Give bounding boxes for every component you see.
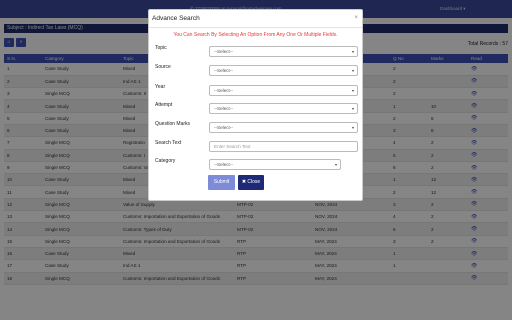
- year-label: Year: [155, 84, 166, 90]
- category-label: Category: [155, 158, 176, 164]
- chevron-down-icon: ▾: [351, 125, 354, 130]
- source-select[interactable]: --Select-- ▾: [209, 65, 358, 76]
- chevron-down-icon: ▾: [351, 106, 354, 111]
- chevron-down-icon: ▾: [351, 88, 354, 93]
- search-text-label: Search Text: [155, 140, 182, 146]
- chevron-down-icon: ▾: [334, 162, 337, 167]
- search-text-placeholder: Enter Search Text: [214, 144, 251, 149]
- modal-header: Advance Search ×: [149, 10, 362, 28]
- search-notice: You Can Search By Selecting An Option Fr…: [173, 32, 338, 38]
- source-label: Source: [155, 64, 171, 70]
- topic-select-value: --Select--: [214, 49, 233, 54]
- question-marks-select-value: --Select--: [214, 125, 233, 130]
- attempt-label: Attempt: [155, 102, 173, 108]
- attempt-select[interactable]: --Select-- ▾: [209, 103, 358, 114]
- close-button[interactable]: ✖ Close: [238, 175, 264, 190]
- search-text-input[interactable]: Enter Search Text: [209, 141, 358, 152]
- category-select-value: --Select--: [214, 162, 233, 167]
- source-select-value: --Select--: [214, 68, 233, 73]
- advance-search-modal: Advance Search × You Can Search By Selec…: [148, 9, 363, 201]
- chevron-down-icon: ▾: [351, 49, 354, 54]
- topic-select[interactable]: --Select-- ▾: [209, 46, 358, 57]
- category-select[interactable]: --Select-- ▾: [209, 159, 341, 170]
- year-select[interactable]: --Select-- ▾: [209, 85, 358, 96]
- question-marks-select[interactable]: --Select-- ▾: [209, 122, 358, 133]
- topic-label: Topic: [155, 45, 167, 51]
- chevron-down-icon: ▾: [351, 68, 354, 73]
- close-icon[interactable]: ×: [354, 15, 358, 21]
- submit-button[interactable]: Submit: [208, 175, 235, 190]
- modal-title: Advance Search: [152, 15, 200, 22]
- attempt-select-value: --Select--: [214, 106, 233, 111]
- year-select-value: --Select--: [214, 88, 233, 93]
- question-marks-label: Question Marks: [155, 121, 191, 127]
